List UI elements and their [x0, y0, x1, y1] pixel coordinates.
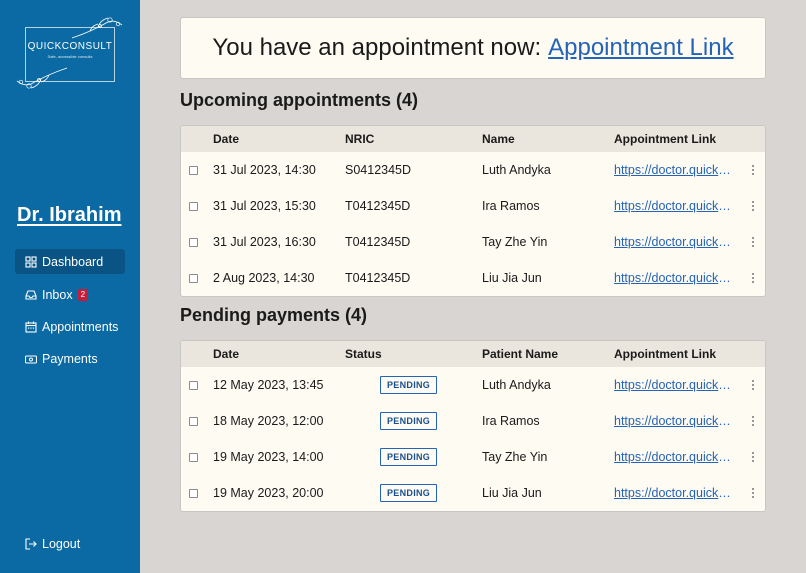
column-header-appointment-link[interactable]: Appointment Link — [614, 341, 716, 367]
logo[interactable]: QUICKCONSULT Safe, accessible consults — [15, 16, 125, 89]
row-checkbox[interactable] — [189, 489, 198, 498]
column-header-name[interactable]: Name — [482, 126, 515, 152]
row-checkbox[interactable] — [189, 453, 198, 462]
row-nric: T0412345D — [345, 235, 411, 249]
calendar-icon — [25, 321, 37, 333]
table-row[interactable]: 31 Jul 2023, 15:30 T0412345D Ira Ramos h… — [181, 188, 765, 224]
row-appointment-link[interactable]: https://doctor.quickconsult — [614, 235, 734, 249]
row-date: 18 May 2023, 12:00 — [213, 414, 324, 428]
column-header-appointment-link[interactable]: Appointment Link — [614, 126, 716, 152]
banner-appointment-link[interactable]: Appointment Link — [548, 34, 733, 62]
nav-label-appointments: Appointments — [42, 319, 119, 334]
row-menu-icon[interactable] — [747, 415, 759, 427]
row-patient-name: Luth Andyka — [482, 378, 551, 392]
table-header: Date Status Patient Name Appointment Lin… — [181, 341, 765, 367]
logout-label: Logout — [42, 536, 81, 551]
row-name: Luth Andyka — [482, 163, 551, 177]
row-checkbox[interactable] — [189, 417, 198, 426]
row-date: 31 Jul 2023, 14:30 — [213, 163, 316, 177]
sidebar: QUICKCONSULT Safe, accessible consults D… — [0, 0, 140, 573]
row-name: Ira Ramos — [482, 199, 540, 213]
column-header-status[interactable]: Status — [345, 341, 382, 367]
nav-label-payments: Payments — [42, 351, 98, 366]
nav-item-payments[interactable]: Payments — [15, 346, 125, 371]
column-header-date[interactable]: Date — [213, 126, 239, 152]
row-date: 31 Jul 2023, 16:30 — [213, 235, 316, 249]
doctor-name[interactable]: Dr. Ibrahim — [17, 204, 121, 227]
logout-button[interactable]: Logout — [15, 531, 125, 556]
pending-payments-title: Pending payments (4) — [180, 305, 368, 325]
row-appointment-link[interactable]: https://doctor.quickconsult — [614, 414, 734, 428]
row-checkbox[interactable] — [189, 202, 198, 211]
row-menu-icon[interactable] — [747, 200, 759, 212]
inbox-count-badge: 2 — [77, 288, 89, 301]
row-menu-icon[interactable] — [747, 272, 759, 284]
row-date: 12 May 2023, 13:45 — [213, 378, 324, 392]
row-nric: T0412345D — [345, 271, 411, 285]
row-menu-icon[interactable] — [747, 451, 759, 463]
logo-tagline: Safe, accessible consults — [47, 54, 93, 59]
column-header-patient-name[interactable]: Patient Name — [482, 341, 558, 367]
column-header-date[interactable]: Date — [213, 341, 239, 367]
row-date: 31 Jul 2023, 15:30 — [213, 199, 316, 213]
table-row[interactable]: 18 May 2023, 12:00 PENDING Ira Ramos htt… — [181, 403, 765, 439]
row-menu-icon[interactable] — [747, 236, 759, 248]
row-date: 2 Aug 2023, 14:30 — [213, 271, 315, 285]
table-row[interactable]: 31 Jul 2023, 16:30 T0412345D Tay Zhe Yin… — [181, 224, 765, 260]
nav-item-dashboard[interactable]: Dashboard — [15, 249, 125, 274]
row-date: 19 May 2023, 20:00 — [213, 486, 324, 500]
logo-brand: QUICKCONSULT — [27, 41, 113, 52]
logout-icon — [25, 537, 37, 550]
pending-payments-table: Date Status Patient Name Appointment Lin… — [180, 340, 766, 512]
row-date: 19 May 2023, 14:00 — [213, 450, 324, 464]
status-badge: PENDING — [380, 376, 438, 394]
table-row[interactable]: 19 May 2023, 14:00 PENDING Tay Zhe Yin h… — [181, 439, 765, 475]
status-badge: PENDING — [380, 484, 438, 502]
dashboard-icon — [25, 255, 37, 268]
upcoming-appointments-table: Date NRIC Name Appointment Link 31 Jul 2… — [180, 125, 766, 297]
row-patient-name: Tay Zhe Yin — [482, 450, 548, 464]
row-menu-icon[interactable] — [747, 487, 759, 499]
status-badge: PENDING — [380, 448, 438, 466]
row-appointment-link[interactable]: https://doctor.quickconsult — [614, 163, 734, 177]
column-header-nric[interactable]: NRIC — [345, 126, 374, 152]
row-appointment-link[interactable]: https://doctor.quickconsult — [614, 199, 734, 213]
upcoming-appointments-title: Upcoming appointments (4) — [180, 90, 418, 110]
row-appointment-link[interactable]: https://doctor.quickconsult — [614, 271, 734, 285]
row-menu-icon[interactable] — [747, 379, 759, 391]
nav-label-dashboard: Dashboard — [42, 254, 104, 269]
row-appointment-link[interactable]: https://doctor.quickconsult — [614, 486, 734, 500]
row-menu-icon[interactable] — [747, 164, 759, 176]
table-header: Date NRIC Name Appointment Link — [181, 126, 765, 152]
payment-icon — [25, 353, 37, 365]
table-row[interactable]: 19 May 2023, 20:00 PENDING Liu Jia Jun h… — [181, 475, 765, 511]
status-badge: PENDING — [380, 412, 438, 430]
nav-item-inbox[interactable]: Inbox 2 — [15, 282, 125, 307]
row-name: Liu Jia Jun — [482, 271, 542, 285]
row-checkbox[interactable] — [189, 166, 198, 175]
row-checkbox[interactable] — [189, 381, 198, 390]
row-nric: T0412345D — [345, 199, 411, 213]
banner-text: You have an appointment now: — [212, 34, 542, 61]
table-row[interactable]: 12 May 2023, 13:45 PENDING Luth Andyka h… — [181, 367, 765, 403]
inbox-icon — [25, 289, 37, 301]
row-appointment-link[interactable]: https://doctor.quickconsult — [614, 450, 734, 464]
row-patient-name: Liu Jia Jun — [482, 486, 542, 500]
current-appointment-banner: You have an appointment now: Appointment… — [180, 17, 766, 79]
table-row[interactable]: 31 Jul 2023, 14:30 S0412345D Luth Andyka… — [181, 152, 765, 188]
table-row[interactable]: 2 Aug 2023, 14:30 T0412345D Liu Jia Jun … — [181, 260, 765, 296]
row-name: Tay Zhe Yin — [482, 235, 548, 249]
row-nric: S0412345D — [345, 163, 412, 177]
row-appointment-link[interactable]: https://doctor.quickconsult — [614, 378, 734, 392]
nav-item-appointments[interactable]: Appointments — [15, 314, 125, 339]
row-checkbox[interactable] — [189, 238, 198, 247]
row-checkbox[interactable] — [189, 274, 198, 283]
nav-label-inbox: Inbox — [42, 287, 73, 302]
row-patient-name: Ira Ramos — [482, 414, 540, 428]
